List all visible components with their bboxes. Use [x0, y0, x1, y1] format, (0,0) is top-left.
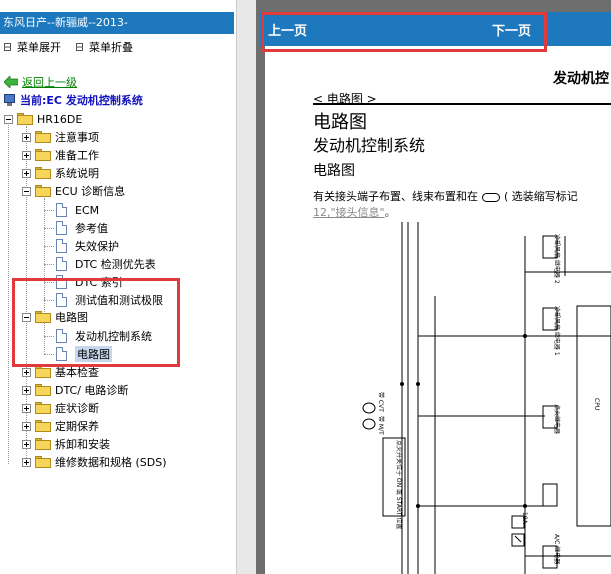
tree-node-service-data[interactable]: 维修数据和规格 (SDS) — [22, 453, 167, 471]
expand-all-button[interactable]: 菜单展开 — [4, 39, 61, 55]
highlight-box-tree — [12, 278, 180, 367]
tree-leaf-fail-safe[interactable]: 失效保护 — [56, 237, 119, 255]
folder-icon — [35, 384, 51, 396]
folder-open-icon — [35, 185, 51, 197]
current-location: 当前:EC 发动机控制系统 — [4, 92, 143, 108]
mt-label: 带 M/T — [377, 416, 385, 435]
relay1-label: 冷却风扇 继电器 1 — [553, 306, 561, 356]
document-icon — [56, 203, 67, 217]
relay2-label: 冷却风扇 继电器 2 — [553, 234, 561, 284]
cpu-label: CPU — [593, 398, 600, 410]
vehicle-title: 东风日产--新骊威--2013- — [0, 12, 234, 34]
tree-node-ecu-diagnosis[interactable]: ECU 诊断信息 — [22, 182, 125, 200]
expand-toggle-icon[interactable] — [22, 168, 31, 178]
folder-icon — [35, 438, 51, 450]
tree-root[interactable]: HR16DE — [4, 110, 82, 128]
tree-node-periodic-maintenance[interactable]: 定期保养 — [22, 417, 99, 435]
highlight-box-nav — [261, 12, 547, 52]
tree-node-removal-installation[interactable]: 拆卸和安装 — [22, 435, 110, 453]
folder-icon — [35, 456, 51, 468]
acc-relay-label: A/C 继电器 — [553, 534, 561, 564]
ign-relay-label: 点火继电器 — [553, 404, 561, 434]
expand-toggle-icon[interactable] — [22, 439, 31, 449]
tree-leaf-ecm[interactable]: ECM — [56, 201, 99, 219]
folder-icon — [35, 149, 51, 161]
section-heading: 电路图 — [313, 163, 355, 179]
expand-toggle-icon[interactable] — [22, 132, 31, 142]
document-viewer: 上一页 下一页 发动机控 < 电路图 > 电路图 发动机控制系统 电路图 有关接… — [260, 0, 611, 574]
expand-toggle-icon[interactable] — [22, 457, 31, 467]
cvt-label: 带 CVT — [377, 392, 385, 412]
folder-icon — [35, 167, 51, 179]
folder-icon — [35, 131, 51, 143]
collapse-toggle-icon[interactable] — [22, 186, 31, 196]
document-header: 发动机控 — [553, 71, 609, 87]
tree-leaf-dtc-priority[interactable]: DTC 检测优先表 — [56, 255, 156, 273]
wiring-diagram: 冷却风扇 继电器 2 冷却风扇 继电器 1 带 CVT 带 M/T 点火开关位于… — [362, 222, 611, 574]
expand-toggle-icon[interactable] — [22, 403, 31, 413]
page-subtitle: 发动机控制系统 — [313, 136, 426, 155]
document-icon — [56, 221, 67, 235]
folder-icon — [35, 420, 51, 432]
ignition-label: 点火开关位于 ON 或 START 位置 — [395, 440, 403, 529]
folder-open-icon — [17, 113, 33, 125]
expand-toggle-icon[interactable] — [22, 150, 31, 160]
tree-node-dtc-circuit-diagnosis[interactable]: DTC/ 电路诊断 — [22, 381, 128, 399]
note-text: 有关接头端子布置、线束布置和在( 选装缩写标记 — [313, 190, 578, 203]
tree-panel: 东风日产--新骊威--2013- 菜单展开 菜单折叠 返回上一级 当前:EC 发… — [0, 0, 236, 574]
document-icon — [56, 239, 67, 253]
header-rule — [313, 103, 611, 105]
computer-icon — [4, 93, 15, 106]
collapse-icon — [76, 43, 83, 51]
folder-icon — [35, 366, 51, 378]
expand-toggle-icon[interactable] — [22, 385, 31, 395]
fuse-label: 10A — [521, 512, 528, 525]
collapse-toggle-icon[interactable] — [4, 114, 13, 124]
document-page: 发动机控 < 电路图 > 电路图 发动机控制系统 电路图 有关接头端子布置、线束… — [265, 46, 611, 574]
tree-leaf-reference-values[interactable]: 参考值 — [56, 219, 108, 237]
expand-icon — [4, 43, 11, 51]
back-link[interactable]: 返回上一级 — [4, 74, 77, 90]
tree-node-precautions[interactable]: 注意事项 — [22, 128, 99, 146]
expand-toggle-icon[interactable] — [22, 421, 31, 431]
option-mark-icon — [482, 192, 500, 202]
tree-node-symptom-diagnosis[interactable]: 症状诊断 — [22, 399, 99, 417]
folder-icon — [35, 402, 51, 414]
panel-splitter[interactable] — [236, 0, 261, 574]
expand-toggle-icon[interactable] — [22, 367, 31, 377]
tree-node-system-description[interactable]: 系统说明 — [22, 164, 99, 182]
back-arrow-icon — [4, 76, 18, 88]
page-title: 电路图 — [313, 112, 367, 133]
collapse-all-button[interactable]: 菜单折叠 — [76, 39, 133, 55]
tree-node-preparation[interactable]: 准备工作 — [22, 146, 99, 164]
document-icon — [56, 257, 67, 271]
